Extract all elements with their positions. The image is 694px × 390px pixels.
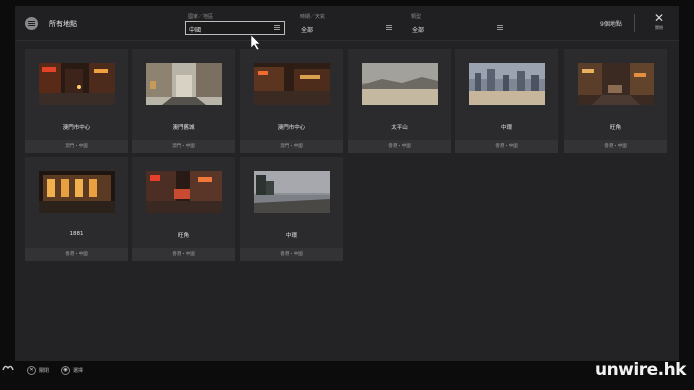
location-card[interactable]: 旺角 香港・中國 bbox=[564, 49, 667, 153]
location-region: 澳門・中國 bbox=[132, 140, 235, 153]
location-name: 旺角 bbox=[609, 125, 621, 131]
list-icon bbox=[274, 25, 280, 31]
filter-period-select[interactable]: 全部 bbox=[297, 21, 397, 35]
location-name: 澳門市中心 bbox=[277, 125, 306, 131]
location-name: 澳門舊城 bbox=[172, 125, 195, 131]
location-thumbnail bbox=[146, 63, 222, 105]
location-name: 中環 bbox=[285, 233, 297, 239]
location-name: 旺角 bbox=[177, 233, 189, 239]
close-icon: ✕ bbox=[653, 11, 665, 25]
location-thumbnail bbox=[39, 171, 115, 213]
back-hint[interactable]: ✕ 關閉 bbox=[27, 366, 49, 375]
location-region: 澳門・中國 bbox=[25, 140, 128, 153]
filter-period-label: 時期／天氣 bbox=[300, 14, 326, 20]
filter-country-select[interactable]: 中國 bbox=[185, 21, 285, 35]
back-hint-label: 關閉 bbox=[39, 368, 50, 374]
location-name: 太平山 bbox=[391, 125, 408, 131]
watermark: unwire.hk bbox=[594, 360, 687, 380]
filter-country-value: 中國 bbox=[189, 27, 202, 34]
location-card[interactable]: 1881 香港・中國 bbox=[25, 157, 128, 261]
location-name: 澳門市中心 bbox=[62, 125, 91, 131]
select-hint-label: 選擇 bbox=[73, 368, 84, 374]
bottom-hint-bar: ✕ 關閉 ◉ 選擇 bbox=[15, 361, 679, 381]
location-card[interactable]: 澳門舊城 澳門・中國 bbox=[132, 49, 235, 153]
top-bar: 所有地點 國家／地區 中國 時期／天氣 全部 類型 全部 9個地點 ✕ 關閉 bbox=[15, 6, 679, 41]
location-region: 香港・中國 bbox=[132, 248, 235, 261]
cross-button-icon: ◉ bbox=[61, 366, 70, 375]
location-region: 香港・中國 bbox=[564, 140, 667, 153]
controller-icon bbox=[2, 365, 14, 371]
filter-type-label: 類型 bbox=[411, 14, 422, 20]
page-title: 所有地點 bbox=[49, 20, 77, 28]
filter-country-label: 國家／地區 bbox=[188, 14, 214, 20]
location-name: 1881 bbox=[69, 231, 84, 237]
filter-type-select[interactable]: 全部 bbox=[408, 21, 508, 35]
filter-type-value: 全部 bbox=[412, 27, 425, 34]
menu-icon[interactable] bbox=[25, 17, 38, 30]
location-thumbnail bbox=[469, 63, 545, 105]
mouse-cursor-icon bbox=[251, 35, 261, 51]
circle-button-icon: ✕ bbox=[27, 366, 36, 375]
location-card[interactable]: 中環 香港・中國 bbox=[240, 157, 343, 261]
location-region: 澳門・中國 bbox=[240, 140, 343, 153]
location-thumbnail bbox=[362, 63, 438, 105]
filter-period-value: 全部 bbox=[301, 27, 314, 34]
location-region: 香港・中國 bbox=[25, 248, 128, 261]
location-thumbnail bbox=[578, 63, 654, 105]
close-label: 關閉 bbox=[655, 25, 663, 30]
select-hint[interactable]: ◉ 選擇 bbox=[61, 366, 83, 375]
close-button[interactable]: ✕ 關閉 bbox=[647, 12, 671, 36]
list-icon bbox=[497, 25, 503, 31]
location-region: 香港・中國 bbox=[348, 140, 451, 153]
location-count: 9個地點 bbox=[600, 21, 622, 28]
location-name: 中環 bbox=[500, 125, 512, 131]
location-card[interactable]: 澳門市中心 澳門・中國 bbox=[25, 49, 128, 153]
location-thumbnail bbox=[146, 171, 222, 213]
list-icon bbox=[386, 25, 392, 31]
location-thumbnail bbox=[39, 63, 115, 105]
location-thumbnail bbox=[254, 63, 330, 105]
location-browser-screen: 所有地點 國家／地區 中國 時期／天氣 全部 類型 全部 9個地點 ✕ 關閉 澳… bbox=[15, 6, 679, 361]
location-card[interactable]: 中環 香港・中國 bbox=[455, 49, 558, 153]
location-card[interactable]: 澳門市中心 澳門・中國 bbox=[240, 49, 343, 153]
location-card[interactable]: 旺角 香港・中國 bbox=[132, 157, 235, 261]
header-divider bbox=[634, 14, 635, 32]
location-thumbnail bbox=[254, 171, 330, 213]
location-card[interactable]: 太平山 香港・中國 bbox=[348, 49, 451, 153]
filter-type[interactable]: 類型 全部 bbox=[408, 13, 511, 37]
location-region: 香港・中國 bbox=[455, 140, 558, 153]
filter-country[interactable]: 國家／地區 中國 bbox=[185, 13, 288, 37]
location-region: 香港・中國 bbox=[240, 248, 343, 261]
filter-period[interactable]: 時期／天氣 全部 bbox=[297, 13, 400, 37]
